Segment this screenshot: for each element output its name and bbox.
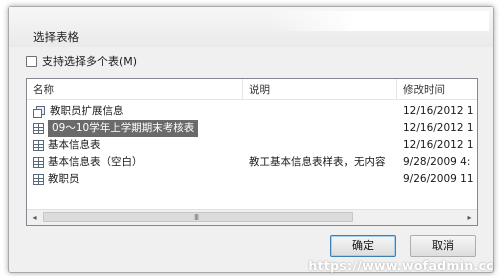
- row-name-cell: 09～10学年上学期期末考核表: [33, 120, 199, 137]
- row-name-cell: 教职员扩展信息: [33, 103, 124, 120]
- title-bar: 选择表格: [9, 7, 493, 47]
- horizontal-scrollbar[interactable]: ◂ III ▸: [27, 209, 477, 225]
- column-header-modified[interactable]: 修改时间: [397, 79, 477, 99]
- watermark-text: https://www.wofadmin.cc: [308, 258, 494, 273]
- row-name: 09～10学年上学期期末考核表: [48, 120, 199, 137]
- table-icon: [33, 140, 44, 151]
- table-row[interactable]: 教职员扩展信息 12/16/2012 1: [27, 103, 477, 120]
- row-name: 基本信息表: [48, 139, 101, 151]
- row-description: [249, 137, 394, 154]
- table-row[interactable]: 教职员 9/26/2009 11: [27, 171, 477, 188]
- list-header: 名称 说明 修改时间: [27, 79, 477, 100]
- row-description: [249, 120, 394, 137]
- row-modified: 12/16/2012 1: [403, 105, 474, 117]
- table-list[interactable]: 名称 说明 修改时间 教职员扩展信息 12/16/2012 1 09～10学年上…: [26, 78, 478, 226]
- row-modified: 9/28/2009 4:: [403, 156, 471, 168]
- row-modified: 12/16/2012 1: [403, 139, 474, 151]
- multi-select-checkbox[interactable]: [26, 55, 37, 67]
- column-header-description[interactable]: 说明: [243, 79, 396, 99]
- linked-table-icon: [33, 105, 46, 118]
- scroll-left-arrow-icon[interactable]: ◂: [27, 210, 42, 225]
- multi-select-label: 支持选择多个表(M): [42, 55, 138, 68]
- row-name-cell: 基本信息表（空白）: [33, 154, 143, 171]
- row-description: 教工基本信息表样表，无内容: [249, 156, 386, 168]
- scrollbar-thumb[interactable]: III: [43, 212, 353, 222]
- column-header-name[interactable]: 名称: [27, 79, 242, 99]
- table-icon: [33, 157, 44, 168]
- row-name-cell: 教职员: [33, 171, 80, 188]
- row-modified: 12/16/2012 1: [403, 122, 474, 134]
- table-row-selected[interactable]: 09～10学年上学期期末考核表 12/16/2012 1: [27, 120, 477, 137]
- scroll-right-arrow-icon[interactable]: ▸: [462, 210, 477, 225]
- table-row[interactable]: 基本信息表（空白） 教工基本信息表样表，无内容 9/28/2009 4:: [27, 154, 477, 171]
- table-icon: [33, 123, 44, 134]
- row-name: 教职员: [48, 173, 80, 185]
- row-name-cell: 基本信息表: [33, 137, 101, 154]
- row-description: [249, 171, 394, 188]
- multi-select-option[interactable]: 支持选择多个表(M): [26, 53, 137, 69]
- row-name: 教职员扩展信息: [50, 105, 124, 117]
- row-description: [249, 103, 394, 120]
- table-icon: [33, 174, 44, 185]
- cancel-button[interactable]: 取消: [410, 235, 476, 257]
- ok-button[interactable]: 确定: [330, 235, 396, 257]
- dialog-title: 选择表格: [33, 30, 79, 44]
- blurred-titlebar-area: [269, 11, 489, 31]
- row-name: 基本信息表（空白）: [48, 156, 143, 168]
- table-row[interactable]: 基本信息表 12/16/2012 1: [27, 137, 477, 154]
- row-modified: 9/26/2009 11: [403, 173, 474, 185]
- scroll-grip-icon: III: [194, 213, 199, 222]
